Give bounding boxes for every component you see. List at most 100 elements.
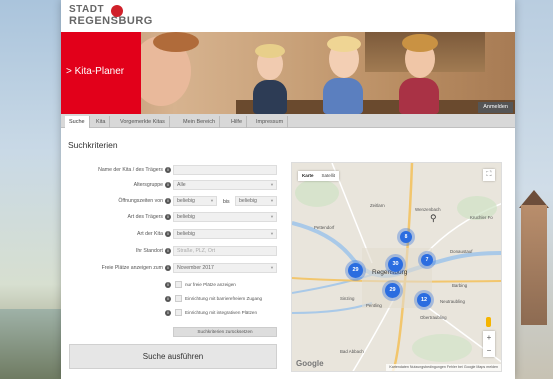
free-row: Freie Plätze anzeigen zum: [61, 263, 163, 273]
chevron-down-icon: ▼: [270, 198, 274, 203]
info-icon[interactable]: i: [165, 296, 171, 302]
integrative-checkbox[interactable]: [175, 309, 182, 316]
page-title: Suchkriterien: [68, 140, 118, 150]
map-cluster-marker[interactable]: 8: [400, 231, 412, 243]
carrier-row: Art des Trägers: [61, 212, 163, 222]
banner-title-box: > Kita-Planer: [61, 32, 141, 114]
map-attribution[interactable]: Kartendaten Nutzungsbedingungen Fehler b…: [386, 364, 501, 371]
map-place-obertraubling: Obertraubling: [420, 315, 447, 320]
map-place-donaustauf: Donaustauf: [450, 249, 473, 254]
hours-to-value: beliebig: [239, 198, 257, 204]
hero-child-hair: [402, 34, 438, 52]
map-place-pettendorf: Pettendorf: [314, 225, 335, 230]
zoom-in-button[interactable]: +: [483, 331, 495, 344]
map-place-kruchler: Kruchler Fo: [470, 215, 493, 220]
map-place-bad-abbach: Bad Abbach: [340, 349, 364, 354]
search-button[interactable]: Suche ausführen: [69, 344, 277, 369]
hero-banner: > Kita-Planer: [61, 32, 515, 114]
tab-suche[interactable]: Suche: [65, 116, 90, 128]
map-cluster-marker[interactable]: 12: [417, 293, 431, 307]
location-input[interactable]: Straße, PLZ, Ort: [173, 246, 277, 256]
location-row: Ihr Standort: [61, 246, 163, 256]
info-icon[interactable]: i: [165, 198, 171, 204]
kita-type-label: Art der Kita: [137, 231, 163, 237]
integrative-label: Einrichtung mit integrativen Plätzen: [185, 310, 258, 315]
background-photo-left: [0, 0, 62, 379]
map-place-pentling: Pentling: [366, 303, 382, 308]
tab-impressum[interactable]: Impressum: [252, 116, 289, 128]
background-water: [0, 309, 62, 379]
map-type-karte[interactable]: Karte: [298, 171, 318, 181]
reset-button[interactable]: Suchkriterien zurücksetzen: [173, 327, 277, 337]
name-input[interactable]: [173, 165, 277, 175]
chevron-down-icon: ▼: [270, 182, 274, 187]
main-card: STADT REGENSBURG > Kita-Planer Anmelden …: [61, 0, 515, 379]
map-place-neutraubling: Neutraubling: [440, 299, 465, 304]
background-tower: [521, 205, 547, 325]
name-row: Name der Kita / des Trägers: [61, 165, 163, 175]
info-icon[interactable]: i: [165, 282, 171, 288]
city-logo[interactable]: STADT REGENSBURG: [69, 4, 153, 27]
main-tabs: Suche Kita Vorgemerkte Kitas Mein Bereic…: [61, 114, 515, 128]
street-view-pegman-icon[interactable]: [486, 317, 491, 327]
chevron-down-icon: ▼: [270, 231, 274, 236]
info-icon[interactable]: i: [165, 248, 171, 254]
background-photo-right: [509, 0, 553, 379]
kita-type-select-value: beliebig: [177, 231, 195, 237]
fullscreen-icon[interactable]: ⛶: [483, 169, 495, 181]
hero-child-hair: [153, 32, 199, 52]
tab-hilfe[interactable]: Hilfe: [227, 116, 248, 128]
free-select[interactable]: November 2017 ▼: [173, 263, 277, 273]
logo-line-2: REGENSBURG: [69, 15, 153, 27]
chevron-down-icon: ▼: [210, 198, 214, 203]
map-place-zeitlarn: Zeitlarn: [370, 203, 385, 208]
age-select-value: Alle: [177, 182, 186, 188]
age-row: Altersgruppe: [61, 180, 163, 190]
map-type-satellit[interactable]: Satellit: [318, 171, 340, 181]
kita-type-row: Art der Kita: [61, 229, 163, 239]
tab-mein-bereich[interactable]: Mein Bereich: [179, 116, 221, 128]
hero-child-body: [323, 78, 363, 114]
carrier-select[interactable]: beliebig ▼: [173, 212, 277, 222]
map-place-sinzing: Sinzing: [340, 296, 355, 301]
tab-vorgemerkte-kitas[interactable]: Vorgemerkte Kitas: [116, 116, 170, 128]
carrier-select-value: beliebig: [177, 214, 195, 220]
info-icon[interactable]: i: [165, 265, 171, 271]
map-cluster-marker[interactable]: 29: [385, 283, 400, 298]
tab-kita[interactable]: Kita: [92, 116, 111, 128]
barrier-free-checkbox[interactable]: [175, 295, 182, 302]
hero-child-hair: [255, 44, 285, 58]
google-logo: Google: [296, 359, 324, 368]
hours-from-value: beliebig: [177, 198, 195, 204]
map-cluster-marker[interactable]: 7: [421, 254, 433, 266]
map-cluster-marker[interactable]: 29: [348, 263, 363, 278]
login-button[interactable]: Anmelden: [478, 102, 513, 113]
banner-title: > Kita-Planer: [66, 66, 125, 77]
hours-to-label: bis: [223, 199, 230, 205]
hero-child-body: [399, 78, 439, 114]
info-icon[interactable]: i: [165, 310, 171, 316]
barrier-free-label: Einrichtung mit barrierefreiem Zugang: [185, 296, 263, 301]
zoom-out-button[interactable]: −: [483, 344, 495, 357]
free-label: Freie Plätze anzeigen zum: [101, 265, 163, 271]
free-only-checkbox[interactable]: [175, 281, 182, 288]
map-location-pin-icon[interactable]: ⚲: [430, 213, 437, 224]
chevron-down-icon: ▼: [270, 214, 274, 219]
map-type-control: Karte Satellit: [298, 171, 340, 181]
kita-type-select[interactable]: beliebig ▼: [173, 229, 277, 239]
info-icon[interactable]: i: [165, 182, 171, 188]
info-icon[interactable]: i: [165, 231, 171, 237]
age-label: Altersgruppe: [133, 182, 163, 188]
map-cluster-marker[interactable]: 30: [388, 257, 403, 272]
free-only-label: nur freie Plätze anzeigen: [185, 282, 236, 287]
age-select[interactable]: Alle ▼: [173, 180, 277, 190]
hours-from-select[interactable]: beliebig ▼: [173, 196, 217, 206]
hours-to-select[interactable]: beliebig ▼: [235, 196, 277, 206]
map-widget[interactable]: Karte Satellit ⛶ Zeitlarn Wenzenbach Pett…: [291, 162, 502, 372]
map-place-barbing: Barbing: [452, 283, 468, 288]
city-logo-mark-icon: [111, 5, 123, 17]
free-select-value: November 2017: [177, 265, 214, 271]
map-zoom-control: + −: [483, 331, 495, 357]
info-icon[interactable]: i: [165, 167, 171, 173]
info-icon[interactable]: i: [165, 214, 171, 220]
